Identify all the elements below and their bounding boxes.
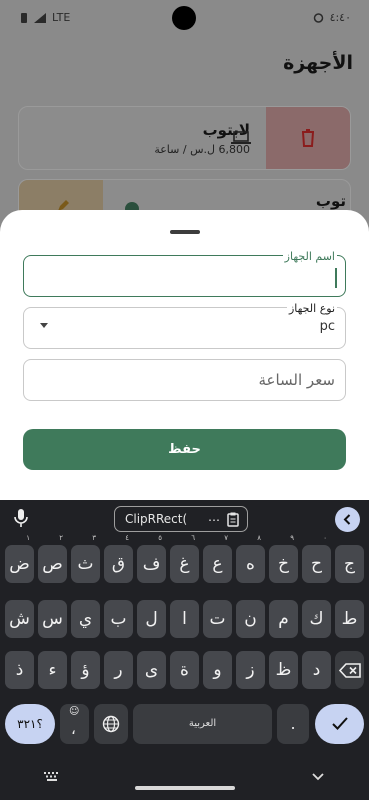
devices-screen: LTE ٤:٤٠ الأجهزة لابتوب 6,800 ل.س / ساعة… xyxy=(0,0,369,230)
clipboard-icon xyxy=(227,512,239,527)
key[interactable]: ن xyxy=(236,600,265,638)
suggestion-text: ClipRRect( xyxy=(125,512,188,526)
device-name-field[interactable]: اسم الجهاز xyxy=(23,250,346,297)
enter-key[interactable] xyxy=(315,704,364,744)
alarm-icon xyxy=(313,13,323,23)
page-title: الأجهزة xyxy=(283,52,353,74)
hourly-price-placeholder: سعر الساعة xyxy=(258,371,335,389)
ellipsis: … xyxy=(208,510,220,524)
key[interactable]: ب xyxy=(104,600,133,638)
smiley-icon: ☺ xyxy=(69,706,80,717)
device-name: توب xyxy=(315,192,346,210)
status-left: LTE xyxy=(20,11,70,24)
signal-icon xyxy=(34,12,46,23)
battery-icon xyxy=(21,12,27,23)
dropdown-arrow-icon[interactable] xyxy=(40,323,48,328)
key[interactable]: ٦غ xyxy=(170,534,199,583)
key[interactable]: ر xyxy=(104,651,133,689)
device-type-value: pc xyxy=(319,319,335,334)
key[interactable]: ء xyxy=(38,651,67,689)
keyboard: ClipRRect( … ج ٠ح ٩خ ٨ه ٧ع ٦غ ٥ف ٤ق ٣ث ٢… xyxy=(0,500,369,800)
key[interactable]: ا xyxy=(170,600,199,638)
add-device-sheet: اسم الجهاز نوع الجهاز pc سعر الساعة حفظ xyxy=(0,210,369,500)
network-label: LTE xyxy=(52,11,71,24)
key[interactable]: ك xyxy=(302,600,331,638)
key[interactable]: ٠ح xyxy=(302,534,331,583)
camera-cutout xyxy=(172,6,196,30)
key[interactable]: و xyxy=(203,651,232,689)
trash-icon xyxy=(302,129,314,147)
delete-action[interactable] xyxy=(266,107,350,169)
globe-icon xyxy=(102,715,120,733)
key[interactable]: ٧ع xyxy=(203,534,232,583)
navigation-bar xyxy=(0,756,369,800)
backspace-key[interactable] xyxy=(335,651,364,689)
drag-handle[interactable] xyxy=(170,230,200,234)
key[interactable]: س xyxy=(38,600,67,638)
backspace-icon xyxy=(339,663,361,678)
comma-char: ، xyxy=(71,720,76,738)
key[interactable]: ذ xyxy=(5,651,34,689)
emoji-comma-key[interactable]: ☺ ، xyxy=(60,704,89,744)
home-indicator[interactable] xyxy=(135,786,235,790)
key[interactable]: ١ض xyxy=(5,534,34,583)
status-right: ٤:٤٠ xyxy=(313,11,351,24)
status-bar: LTE ٤:٤٠ xyxy=(0,0,369,36)
key[interactable]: د xyxy=(302,651,331,689)
space-key[interactable]: العربية xyxy=(133,704,272,744)
key[interactable]: ط xyxy=(335,600,364,638)
device-name-label: اسم الجهاز xyxy=(282,250,337,263)
key[interactable]: ج xyxy=(335,545,364,583)
key[interactable]: ٢ص xyxy=(38,534,67,583)
key[interactable]: ي xyxy=(71,600,100,638)
key[interactable]: ة xyxy=(170,651,199,689)
save-button[interactable]: حفظ xyxy=(23,429,346,470)
numbers-key[interactable]: ؟٣٢١ xyxy=(5,704,55,744)
device-card[interactable]: لابتوب 6,800 ل.س / ساعة xyxy=(18,106,351,170)
key[interactable]: م xyxy=(269,600,298,638)
key[interactable]: ظ xyxy=(269,651,298,689)
text-cursor xyxy=(335,268,337,288)
key[interactable]: ٣ث xyxy=(71,534,100,583)
key[interactable]: ؤ xyxy=(71,651,100,689)
checkmark-icon xyxy=(332,717,348,730)
key[interactable]: ٨ه xyxy=(236,534,265,583)
key[interactable]: ز xyxy=(236,651,265,689)
clipboard-suggestion[interactable]: ClipRRect( … xyxy=(114,506,248,532)
key[interactable]: ٤ق xyxy=(104,534,133,583)
laptop-icon xyxy=(231,131,251,144)
device-type-label: نوع الجهاز xyxy=(286,302,337,315)
mic-icon[interactable] xyxy=(14,508,28,528)
hide-keyboard-icon[interactable] xyxy=(312,773,324,781)
collapse-suggestions-button[interactable] xyxy=(335,507,360,532)
key[interactable]: ت xyxy=(203,600,232,638)
key[interactable]: ش xyxy=(5,600,34,638)
hourly-price-field[interactable]: سعر الساعة xyxy=(23,359,346,401)
language-key[interactable] xyxy=(94,704,128,744)
period-key[interactable]: . xyxy=(277,704,309,744)
keyboard-switch-icon[interactable] xyxy=(44,772,60,781)
device-type-select[interactable]: نوع الجهاز pc xyxy=(23,302,346,349)
clock: ٤:٤٠ xyxy=(329,11,351,24)
key[interactable]: ٩خ xyxy=(269,534,298,583)
key[interactable]: ل xyxy=(137,600,166,638)
chevron-left-icon xyxy=(343,514,351,525)
key[interactable]: ٥ف xyxy=(137,534,166,583)
key[interactable]: ى xyxy=(137,651,166,689)
